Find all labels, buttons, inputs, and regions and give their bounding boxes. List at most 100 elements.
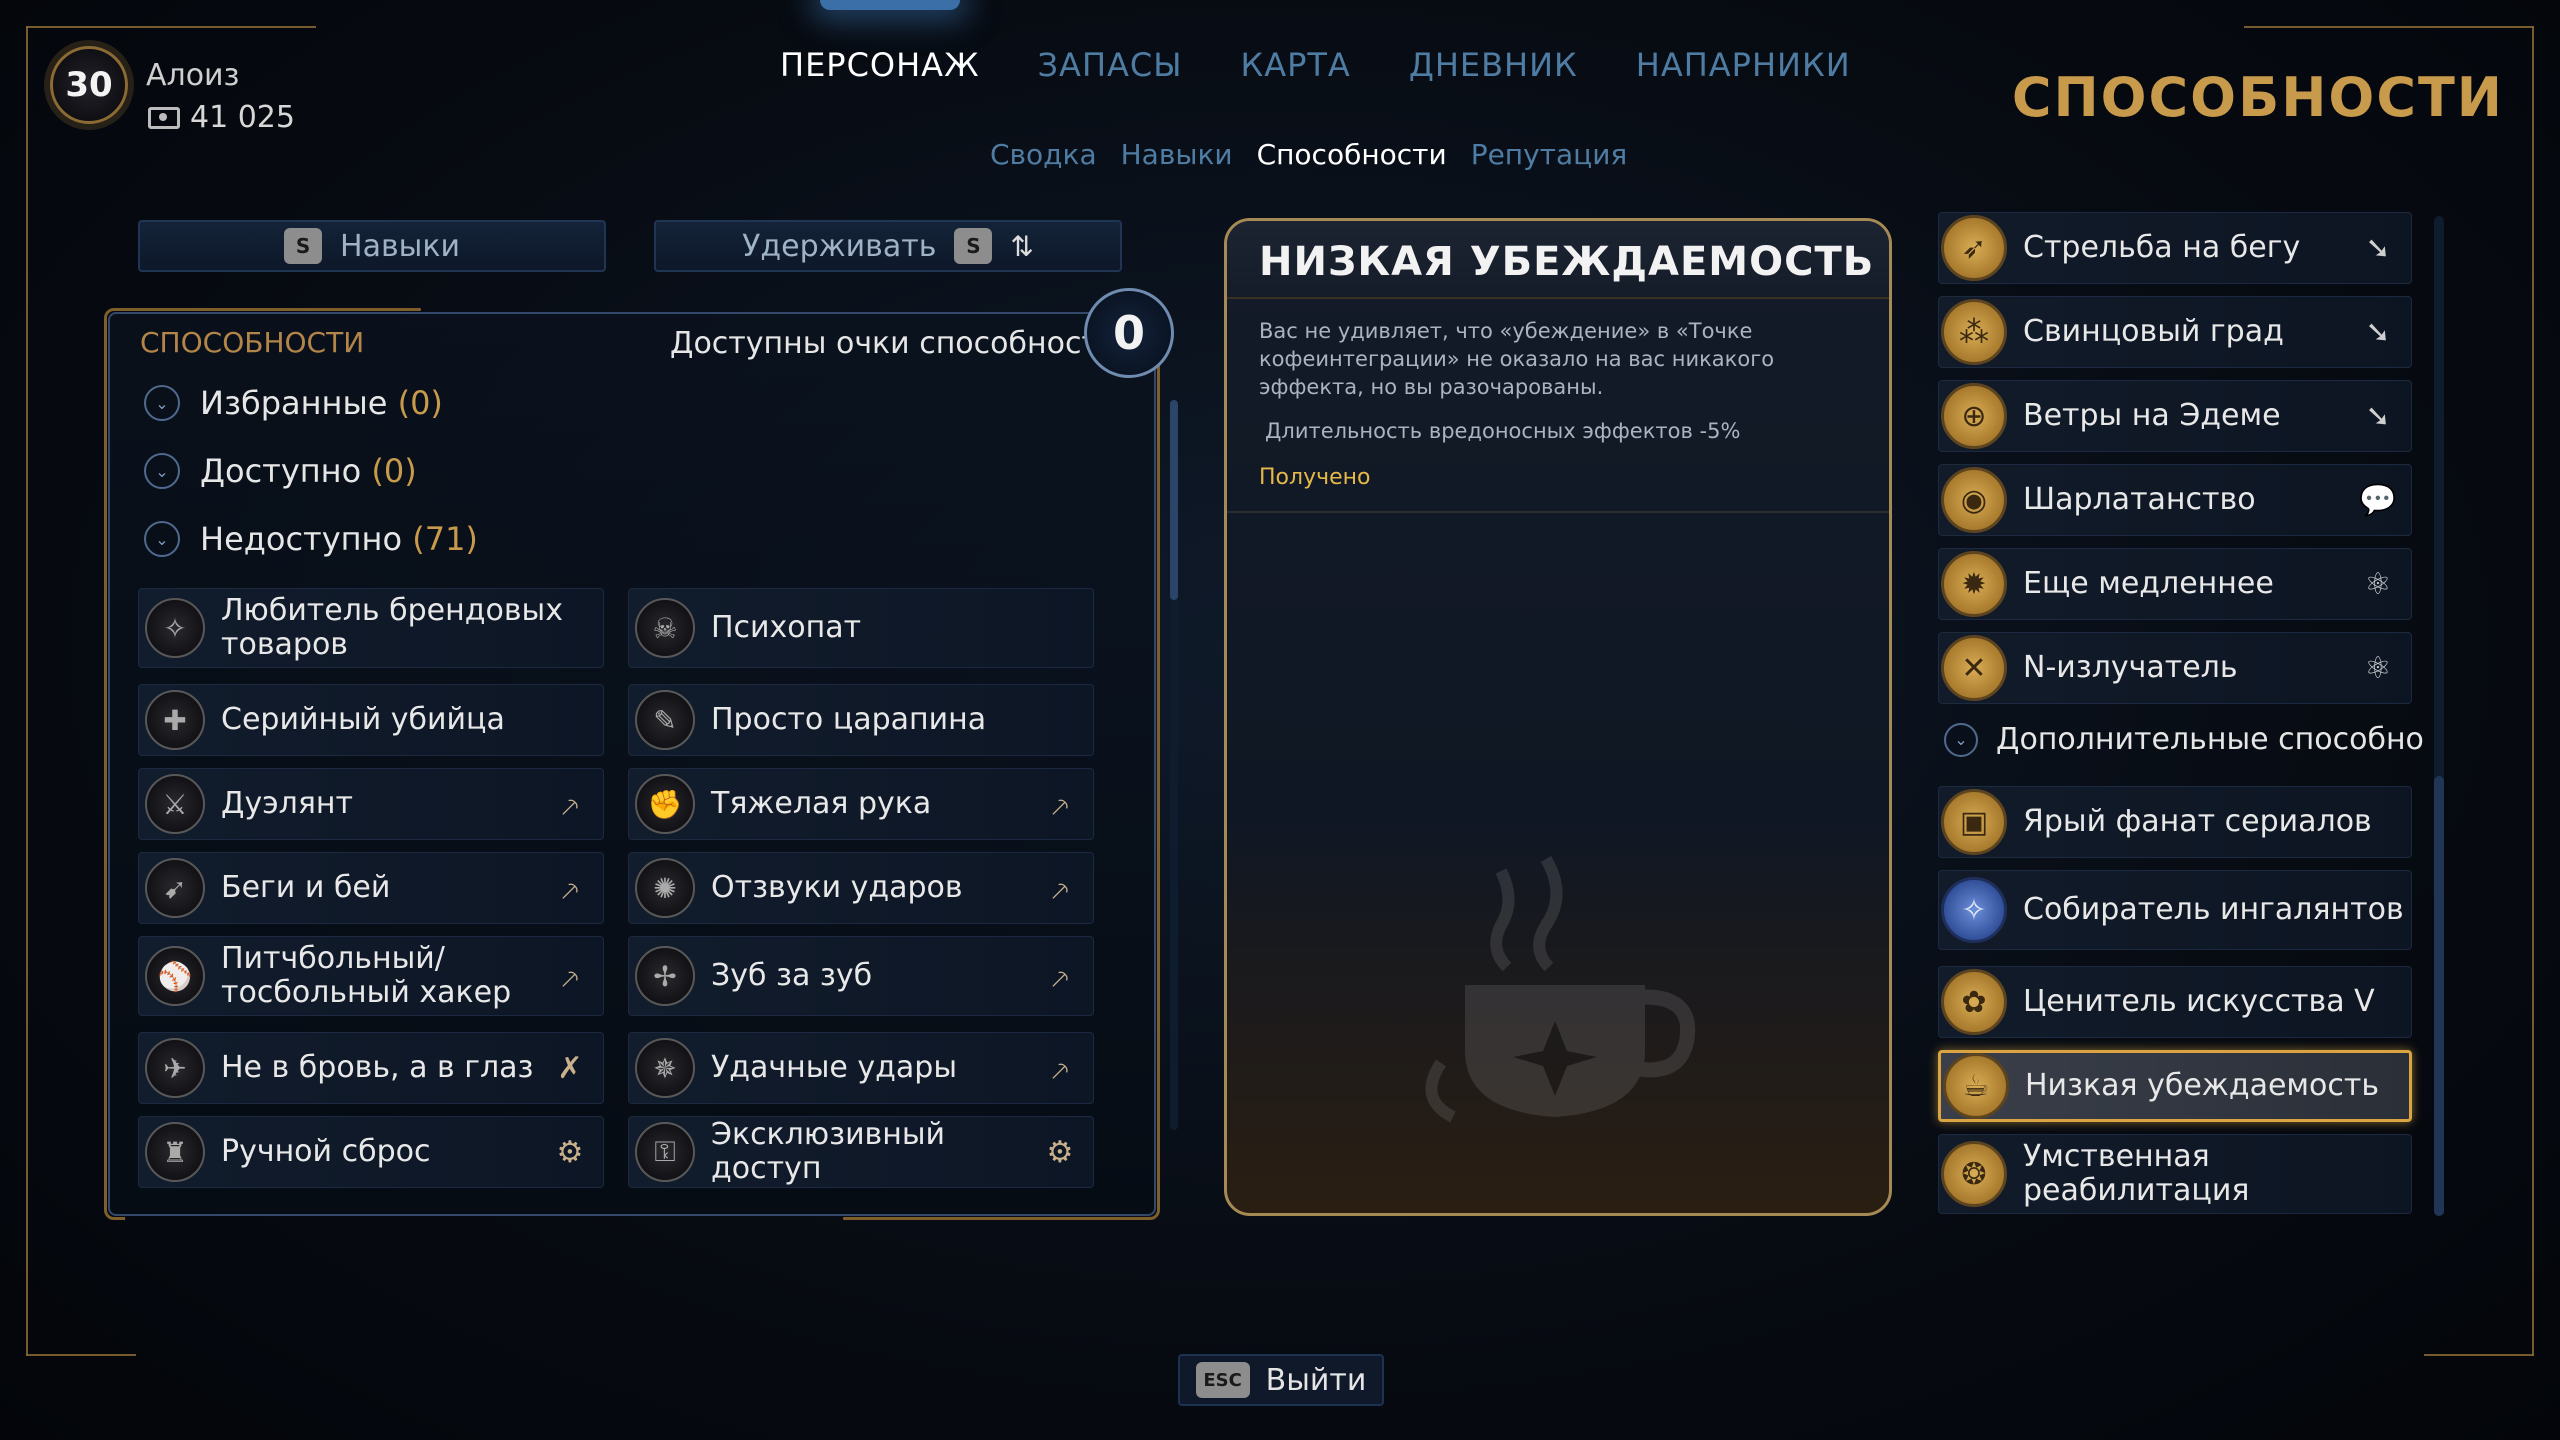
right-list-scrollbar[interactable] xyxy=(2434,216,2444,1216)
player-level: 30 xyxy=(65,65,113,105)
ability-winds-of-eden[interactable]: ⊕ Ветры на Эдеме ➘ xyxy=(1938,380,2412,452)
ability-series-fan[interactable]: ▣ Ярый фанат сериалов xyxy=(1938,786,2412,858)
ability-label: Ценитель искусства V xyxy=(2023,983,2375,1019)
frame-top-right-line xyxy=(2244,26,2534,28)
ability-label: Низкая убеждаемость xyxy=(2025,1067,2380,1103)
echo-icon: ✺ xyxy=(635,858,695,918)
ability-label: Любитель брендовых товаров xyxy=(221,592,563,662)
ability-inhalant-collector[interactable]: ✧ Собиратель ингалянтов xyxy=(1938,870,2412,950)
ability-run-shooting[interactable]: ➶ Стрельба на бегу ➘ xyxy=(1938,212,2412,284)
ability-mental-rehab[interactable]: ❂ Умственная реабилитация xyxy=(1938,1134,2412,1214)
ability-charlatanry[interactable]: ◉ Шарлатанство 💬 xyxy=(1938,464,2412,536)
detail-status: Получено xyxy=(1259,465,1371,490)
ability-n-emitter[interactable]: ✕ N-излучатель ⚛ xyxy=(1938,632,2412,704)
ability-echo-strikes[interactable]: ✺ Отзвуки ударов ⸕ xyxy=(628,852,1094,924)
money-icon xyxy=(148,106,180,129)
chevron-down-icon: ⌄ xyxy=(144,453,180,489)
ability-label: Дуэлянт xyxy=(221,785,353,821)
eye-hit-icon: ✈ xyxy=(145,1038,205,1098)
ability-just-scratch[interactable]: ✎ Просто царапина xyxy=(628,684,1094,756)
melee-icon: ⸕ xyxy=(1048,960,1072,996)
subtab-skills[interactable]: Навыки xyxy=(1121,138,1233,171)
category-label: Избранные xyxy=(200,384,388,422)
science-icon: ⚛ xyxy=(2364,566,2392,602)
ability-even-slower[interactable]: ✹ Еще медленнее ⚛ xyxy=(1938,548,2412,620)
ability-psychopath[interactable]: ☠ Психопат xyxy=(628,588,1094,668)
ability-exclusive-access[interactable]: ⚿ Эксклюзивный доступ ⚙ xyxy=(628,1116,1094,1188)
ability-detail-card: НИЗКАЯ УБЕЖДАЕМОСТЬ Вас не удивляет, что… xyxy=(1224,218,1892,1216)
tab-inventory[interactable]: ЗАПАСЫ xyxy=(1038,46,1183,84)
ability-duelist[interactable]: ⚔ Дуэлянт ⸕ xyxy=(138,768,604,840)
ability-art-lover[interactable]: ✿ Ценитель искусства V xyxy=(1938,966,2412,1038)
ability-label: Эксклюзивный доступ xyxy=(711,1116,946,1186)
ability-lucky-strikes[interactable]: ✵ Удачные удары ⸕ xyxy=(628,1032,1094,1104)
category-unavailable[interactable]: ⌄ Недоступно (71) xyxy=(144,520,478,558)
abilities-header: СПОСОБНОСТИ xyxy=(140,326,365,359)
hold-sort-button[interactable]: Удерживать S ⇅ xyxy=(654,220,1122,272)
tv-icon: ▣ xyxy=(1941,789,2007,855)
ability-pitchball-hacker[interactable]: ⚾ Питчбольный/ тосбольный хакер ⸕ xyxy=(138,936,604,1016)
subtab-reputation[interactable]: Репутация xyxy=(1471,138,1628,171)
abilities-scrollbar[interactable] xyxy=(1170,400,1178,1130)
ability-label: Не в бровь, а в глаз xyxy=(221,1049,534,1085)
hold-keycap: S xyxy=(954,228,993,264)
detail-title: НИЗКАЯ УБЕЖДАЕМОСТЬ xyxy=(1259,239,1875,285)
ability-label: N-излучатель xyxy=(2023,649,2238,685)
eye-icon: ◉ xyxy=(1941,467,2007,533)
ability-label: Ярый фанат сериалов xyxy=(2023,803,2372,839)
ability-heavy-hand[interactable]: ✊ Тяжелая рука ⸕ xyxy=(628,768,1094,840)
ability-label: Стрельба на бегу xyxy=(2023,229,2301,265)
frame-left-line xyxy=(26,26,28,1356)
scratch-icon: ✎ xyxy=(635,690,695,750)
heavy-hand-icon: ✊ xyxy=(635,774,695,834)
category-count: (0) xyxy=(371,452,417,490)
ability-brand-lover[interactable]: ✧ Любитель брендовых товаров xyxy=(138,588,604,668)
brand-icon: ✧ xyxy=(145,598,205,658)
chevron-down-icon: ⌄ xyxy=(144,385,180,421)
ability-label: Просто царапина xyxy=(711,701,987,737)
tab-map[interactable]: КАРТА xyxy=(1240,46,1350,84)
ability-points-badge: 0 xyxy=(1084,288,1174,378)
melee-icon: ⸕ xyxy=(558,872,582,908)
psycho-icon: ☠ xyxy=(635,598,695,658)
esc-keycap: ESC xyxy=(1195,1362,1250,1398)
ability-serial-killer[interactable]: ✚ Серийный убийца xyxy=(138,684,604,756)
category-label: Дополнительные способности xyxy=(1996,722,2424,757)
inhalant-icon: ✧ xyxy=(1941,877,2007,943)
active-tab-glow xyxy=(820,0,960,10)
category-additional[interactable]: ⌄ Дополнительные способности xyxy=(1944,722,2424,757)
tooth-icon: ✢ xyxy=(635,946,695,1006)
ability-label: Ручной сброс xyxy=(221,1133,431,1169)
ability-label: Отзвуки ударов xyxy=(711,869,963,905)
tab-companions[interactable]: НАПАРНИКИ xyxy=(1636,46,1851,84)
ability-label: Удачные удары xyxy=(711,1049,958,1085)
category-count: (71) xyxy=(412,520,478,558)
ability-eye-hit[interactable]: ✈ Не в бровь, а в глаз ✗ xyxy=(138,1032,604,1104)
critical-icon: ✗ xyxy=(557,1050,583,1086)
skills-button[interactable]: S Навыки xyxy=(138,220,606,272)
reset-icon: ♜ xyxy=(145,1122,205,1182)
emitter-icon: ✕ xyxy=(1941,635,2007,701)
tab-journal[interactable]: ДНЕВНИК xyxy=(1409,46,1578,84)
ability-manual-reset[interactable]: ♜ Ручной сброс ⚙ xyxy=(138,1116,604,1188)
skills-keycap: S xyxy=(284,228,323,264)
ability-tooth-for-tooth[interactable]: ✢ Зуб за зуб ⸕ xyxy=(628,936,1094,1016)
coffee-cup-icon xyxy=(1425,855,1696,1123)
category-available[interactable]: ⌄ Доступно (0) xyxy=(144,452,417,490)
ability-run-and-hit[interactable]: ➹ Беги и бей ⸕ xyxy=(138,852,604,924)
money-amount: 41 025 xyxy=(190,100,295,135)
run-shooting-icon: ➶ xyxy=(1941,215,2007,281)
ability-label: Шарлатанство xyxy=(2023,481,2256,517)
exit-label: Выйти xyxy=(1265,1362,1367,1398)
subtab-abilities[interactable]: Способности xyxy=(1257,138,1447,171)
ability-low-persuasion[interactable]: ☕ Низкая убеждаемость xyxy=(1938,1050,2412,1122)
ability-lead-hail[interactable]: ⁂ Свинцовый град ➘ xyxy=(1938,296,2412,368)
category-favorites[interactable]: ⌄ Избранные (0) xyxy=(144,384,443,422)
tab-character[interactable]: ПЕРСОНАЖ xyxy=(780,46,980,84)
subtab-summary[interactable]: Сводка xyxy=(990,138,1097,171)
ability-label: Ветры на Эдеме xyxy=(2023,397,2281,433)
exit-button[interactable]: ESC Выйти xyxy=(1178,1354,1384,1406)
ability-label: Беги и бей xyxy=(221,869,391,905)
detail-divider xyxy=(1227,511,1889,513)
run-hit-icon: ➹ xyxy=(145,858,205,918)
